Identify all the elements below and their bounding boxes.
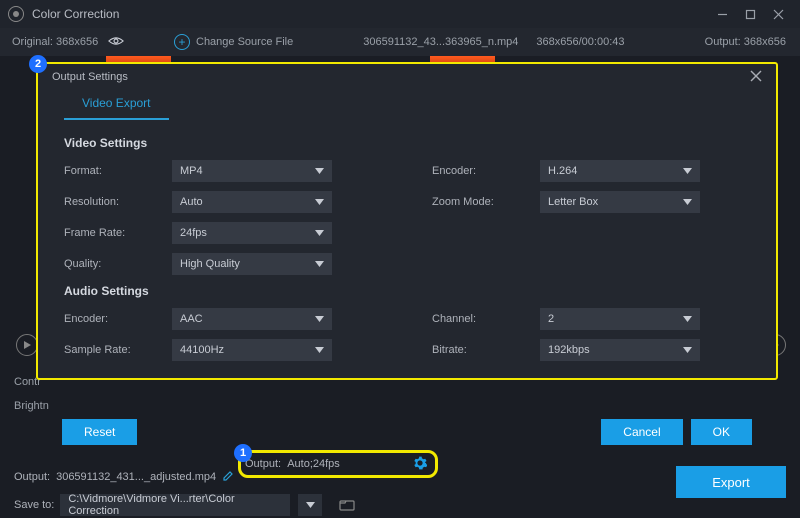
chevron-down-icon	[315, 165, 324, 177]
bitrate-select[interactable]: 192kbps	[540, 339, 700, 361]
topbar: Original: 368x656 + Change Source File 3…	[0, 28, 800, 56]
source-dimensions: 368x656/00:00:43	[536, 36, 624, 48]
chevron-down-icon	[315, 313, 324, 325]
zoom-mode-select[interactable]: Letter Box	[540, 191, 700, 213]
format-label: Format:	[64, 165, 172, 177]
chevron-down-icon	[315, 344, 324, 356]
app-icon	[8, 6, 24, 22]
chevron-down-icon	[683, 196, 692, 208]
tab-video-export[interactable]: Video Export	[64, 90, 169, 120]
original-label: Original: 368x656	[12, 36, 98, 48]
chevron-down-icon	[683, 313, 692, 325]
framerate-label: Frame Rate:	[64, 227, 172, 239]
save-to-dropdown[interactable]	[298, 494, 322, 516]
output-file-name: 306591132_431..._adjusted.mp4	[56, 471, 216, 483]
edit-icon[interactable]	[222, 470, 234, 485]
reset-button[interactable]: Reset	[62, 419, 137, 445]
cancel-button[interactable]: Cancel	[601, 419, 682, 445]
plus-icon: +	[174, 34, 190, 50]
callout-badge-2: 2	[29, 55, 47, 73]
encoder-label: Encoder:	[432, 165, 540, 177]
change-source-button[interactable]: + Change Source File	[174, 34, 293, 50]
minimize-button[interactable]	[708, 4, 736, 24]
video-settings-heading: Video Settings	[64, 136, 382, 150]
chevron-down-icon	[315, 258, 324, 270]
resolution-label: Resolution:	[64, 196, 172, 208]
close-dialog-button[interactable]	[750, 70, 762, 85]
titlebar: Color Correction	[0, 0, 800, 28]
open-folder-button[interactable]	[334, 494, 360, 516]
chevron-down-icon	[683, 165, 692, 177]
ok-button[interactable]: OK	[691, 419, 752, 445]
close-window-button[interactable]	[764, 4, 792, 24]
sample-rate-label: Sample Rate:	[64, 344, 172, 356]
window-title: Color Correction	[32, 7, 119, 21]
output-dimensions: Output: 368x656	[705, 36, 800, 48]
change-source-label: Change Source File	[196, 36, 293, 48]
callout-badge-1: 1	[234, 444, 252, 462]
sample-rate-select[interactable]: 44100Hz	[172, 339, 332, 361]
chevron-down-icon	[315, 196, 324, 208]
audio-settings-heading: Audio Settings	[64, 284, 382, 298]
save-to-label: Save to:	[14, 499, 54, 511]
audio-encoder-select[interactable]: AAC	[172, 308, 332, 330]
source-filename: 306591132_43...363965_n.mp4	[363, 36, 518, 48]
channel-label: Channel:	[432, 313, 540, 325]
output-settings-dialog: Output Settings Video Export Video Setti…	[36, 62, 778, 380]
resolution-select[interactable]: Auto	[172, 191, 332, 213]
format-select[interactable]: MP4	[172, 160, 332, 182]
preview-toggle-icon[interactable]	[108, 36, 124, 49]
export-button[interactable]: Export	[676, 466, 786, 498]
play-original-button[interactable]	[16, 334, 38, 356]
dialog-title: Output Settings	[52, 71, 128, 83]
maximize-button[interactable]	[736, 4, 764, 24]
save-to-path[interactable]: C:\Vidmore\Vidmore Vi...rter\Color Corre…	[60, 494, 290, 516]
encoder-select[interactable]: H.264	[540, 160, 700, 182]
chevron-down-icon	[315, 227, 324, 239]
channel-select[interactable]: 2	[540, 308, 700, 330]
zoom-mode-label: Zoom Mode:	[432, 196, 540, 208]
framerate-select[interactable]: 24fps	[172, 222, 332, 244]
chevron-down-icon	[683, 344, 692, 356]
quality-select[interactable]: High Quality	[172, 253, 332, 275]
quality-label: Quality:	[64, 258, 172, 270]
bitrate-label: Bitrate:	[432, 344, 540, 356]
output-file-label: Output:	[14, 471, 50, 483]
audio-encoder-label: Encoder:	[64, 313, 172, 325]
